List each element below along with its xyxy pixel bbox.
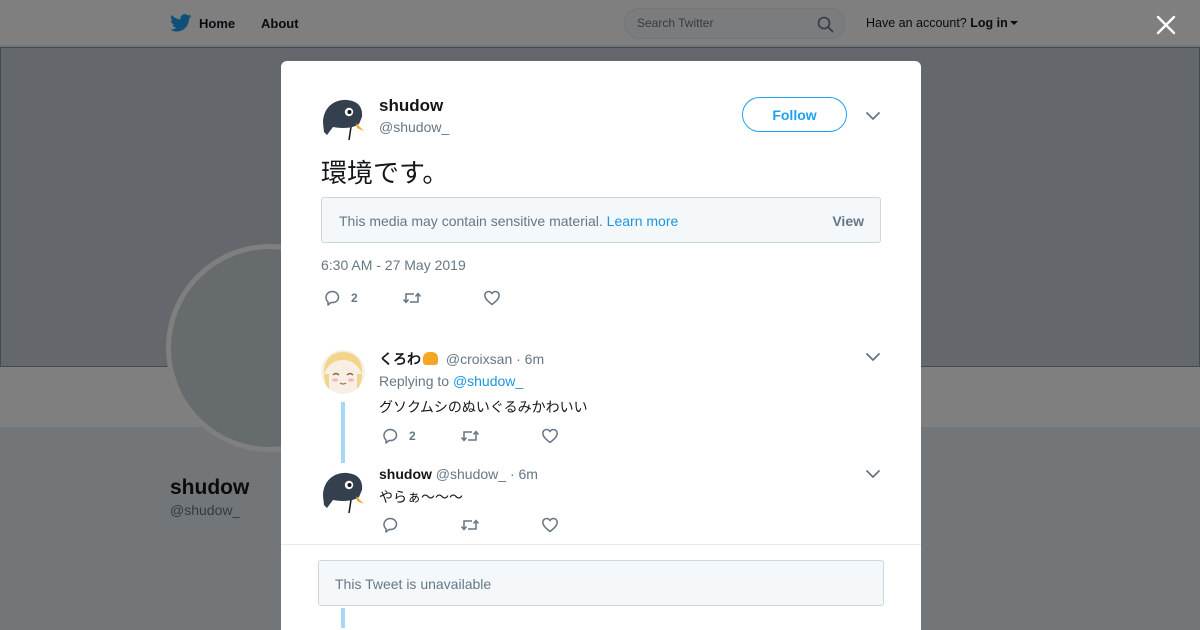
author-name[interactable]: shudow [379,96,443,116]
reply-avatar[interactable] [321,470,365,514]
reply-icon [383,428,398,444]
follow-button[interactable]: Follow [742,97,847,132]
sensitive-media-text: This media may contain sensitive materia… [339,213,603,229]
reply-author-handle[interactable]: @shudow_ [436,466,506,482]
like-action[interactable] [483,289,501,307]
sensitive-media-message: This media may contain sensitive materia… [339,213,678,229]
replying-to: Replying to @shudow_ [379,373,523,389]
retweet-action[interactable] [460,427,480,445]
reply-author-handle[interactable]: @croixsan [446,351,512,367]
reply-count: 2 [409,429,416,443]
tweet-timestamp[interactable]: 6:30 AM - 27 May 2019 [321,257,466,273]
unavailable-tweet-notice: This Tweet is unavailable [318,560,884,606]
chevron-down-icon[interactable] [866,469,880,479]
tweet-text: 環境です。 [321,159,449,189]
replying-to-link[interactable]: @shudow_ [453,373,523,389]
close-icon[interactable] [1153,12,1179,38]
reply-time[interactable]: · 6m [510,466,538,482]
heart-icon [542,517,558,533]
retweet-icon [402,292,422,304]
thread-line [341,608,345,628]
reply-header: くろわ @croixsan · 6m [379,349,544,369]
reply-header: shudow @shudow_ · 6m [379,466,538,482]
reply-avatar[interactable] [321,350,365,394]
reply-text: やらぁ～～～ [379,490,463,506]
view-button[interactable]: View [832,213,864,229]
section-divider [281,544,921,545]
heart-icon [542,428,558,444]
reply-time[interactable]: · 6m [516,351,544,367]
reply-action[interactable] [381,516,399,534]
chevron-down-icon[interactable] [866,111,880,121]
reply-count: 2 [351,291,358,305]
retweet-action[interactable] [460,516,480,534]
reply-text: グソクムシのぬいぐるみかわいい [379,400,588,416]
reply-author-name[interactable]: shudow [379,466,432,482]
replying-to-prefix: Replying to [379,373,450,389]
author-handle[interactable]: @shudow_ [379,119,449,135]
thread-line [341,402,345,463]
bread-emoji-icon [423,352,438,365]
like-action[interactable] [541,427,559,445]
like-action[interactable] [541,516,559,534]
reply-author-name[interactable]: くろわ [379,351,421,367]
chevron-down-icon[interactable] [866,352,880,362]
reply-icon [325,290,340,306]
heart-icon [484,290,500,306]
tweet-modal: shudow @shudow_ Follow 環境です。 This media … [281,61,921,630]
retweet-icon [460,519,480,531]
reply-action[interactable]: 2 [323,289,358,307]
retweet-icon [460,430,480,442]
learn-more-link[interactable]: Learn more [607,213,679,229]
author-avatar[interactable] [321,97,365,141]
reply-action[interactable]: 2 [381,427,416,445]
sensitive-media-notice: This media may contain sensitive materia… [321,197,881,243]
retweet-action[interactable] [402,289,422,307]
reply-icon [383,517,398,533]
